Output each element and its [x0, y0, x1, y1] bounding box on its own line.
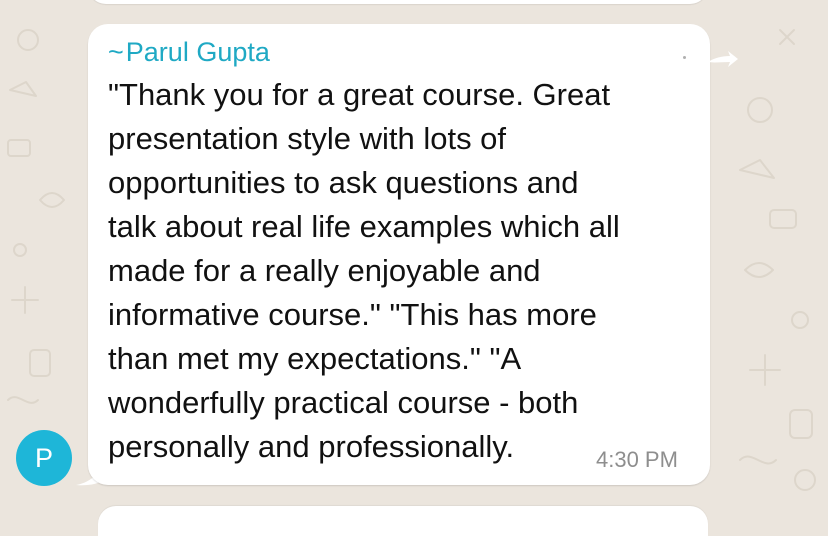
message-line: than met my expectations." "A [108, 341, 522, 376]
message-line: opportunities to ask questions and [108, 165, 579, 200]
sender-avatar[interactable]: P [16, 430, 72, 486]
dot-icon [683, 56, 686, 59]
sender-name[interactable]: ~Parul Gupta [108, 36, 270, 68]
message-line: talk about real life examples which all [108, 209, 620, 244]
message-line: made for a really enjoyable and [108, 253, 541, 288]
message-line: presentation style with lots of [108, 121, 507, 156]
message-line: "Thank you for a great course. Great [108, 77, 611, 112]
sender-prefix: ~ [108, 37, 124, 67]
message-line: wonderfully practical course - both [108, 385, 579, 420]
message-timestamp: 4:30 PM [596, 447, 678, 472]
message-text: "Thank you for a great course. Great pre… [108, 73, 708, 469]
next-message-bubble [98, 506, 708, 536]
sender-name-text: Parul Gupta [125, 37, 270, 67]
share-arrow-icon[interactable] [708, 50, 738, 70]
previous-message-bubble [88, 0, 708, 4]
message-line: informative course." "This has more [108, 297, 597, 332]
